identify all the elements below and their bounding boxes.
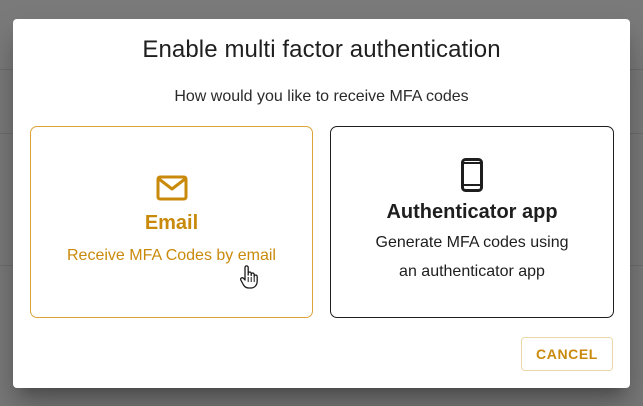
- email-option-card[interactable]: Email Receive MFA Codes by email: [30, 126, 313, 318]
- description-line: an authenticator app: [399, 263, 545, 280]
- authenticator-app-option-label: Authenticator app: [386, 201, 558, 223]
- background-divider: [630, 69, 643, 70]
- background-divider: [0, 69, 13, 70]
- authenticator-app-option-card[interactable]: Authenticator app Generate MFA codes usi…: [330, 126, 614, 318]
- mfa-dialog: Enable multi factor authentication How w…: [13, 19, 630, 388]
- background-divider: [630, 265, 643, 266]
- smartphone-icon: [461, 158, 483, 197]
- description-line: Generate MFA codes using: [375, 234, 569, 251]
- dialog-subtitle: How would you like to receive MFA codes: [174, 88, 469, 105]
- background-divider: [0, 133, 13, 134]
- authenticator-app-option-description: Generate MFA codes using an authenticato…: [376, 228, 569, 286]
- hand-pointer-cursor-icon: [239, 264, 259, 295]
- email-icon: [156, 175, 188, 206]
- dialog-title: Enable multi factor authentication: [142, 36, 501, 63]
- email-option-label: Email: [144, 211, 199, 234]
- cancel-button[interactable]: CANCEL: [521, 337, 613, 371]
- background-divider: [630, 133, 643, 134]
- background-divider: [0, 265, 13, 266]
